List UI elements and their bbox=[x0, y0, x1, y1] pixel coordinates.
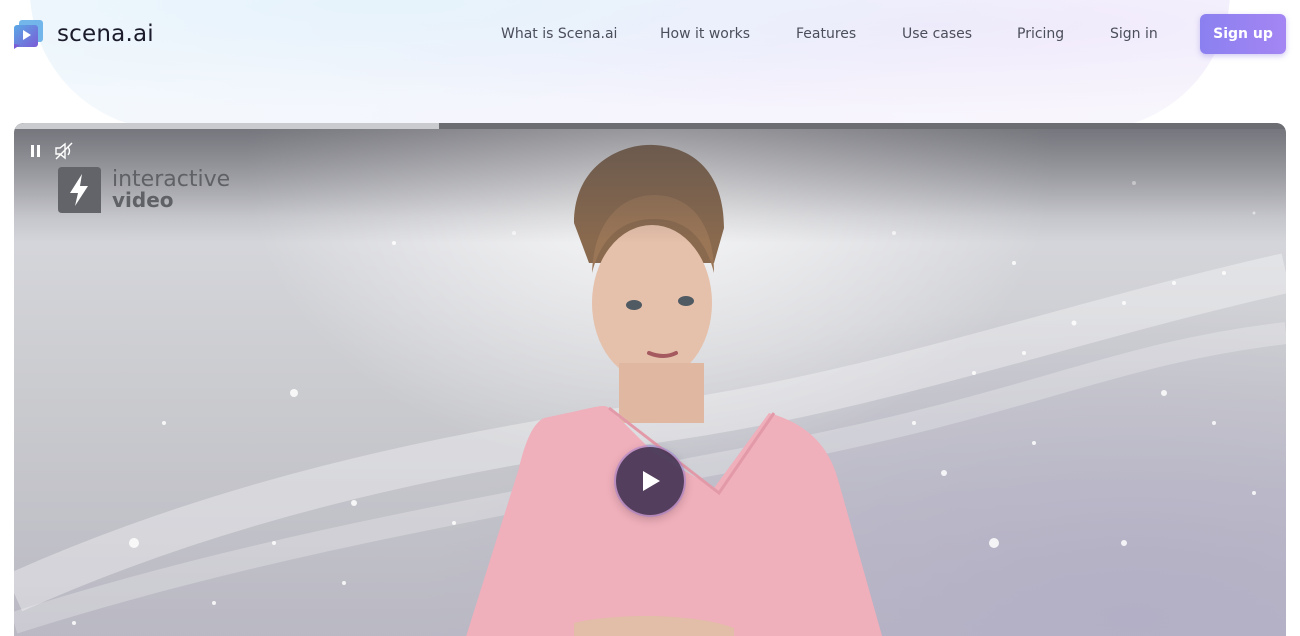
badge-line-video: video bbox=[112, 188, 174, 212]
nav-link-sign-in[interactable]: Sign in bbox=[1110, 26, 1158, 42]
play-button[interactable] bbox=[616, 447, 684, 515]
volume-muted-icon[interactable] bbox=[54, 141, 74, 161]
pause-icon[interactable] bbox=[26, 141, 46, 161]
video-player[interactable]: interactive video bbox=[14, 123, 1286, 636]
site-header: scena.ai What is Scena.ai How it works F… bbox=[0, 0, 1300, 68]
nav-link-features[interactable]: Features bbox=[796, 26, 856, 42]
video-progress-fill bbox=[14, 123, 439, 129]
nav-link-pricing[interactable]: Pricing bbox=[1017, 26, 1064, 42]
nav-link-use-cases[interactable]: Use cases bbox=[902, 26, 972, 42]
play-icon bbox=[643, 471, 660, 491]
sign-up-button[interactable]: Sign up bbox=[1200, 14, 1286, 54]
nav-link-how-it-works[interactable]: How it works bbox=[660, 26, 750, 42]
badge-line-interactive: interactive bbox=[112, 167, 231, 192]
interactive-video-badge: interactive video bbox=[56, 165, 230, 215]
nav-link-what-is[interactable]: What is Scena.ai bbox=[501, 26, 617, 42]
lightning-icon bbox=[58, 167, 101, 213]
video-progress-track[interactable] bbox=[14, 123, 1286, 129]
main-nav: What is Scena.ai How it works Features U… bbox=[0, 0, 1300, 68]
